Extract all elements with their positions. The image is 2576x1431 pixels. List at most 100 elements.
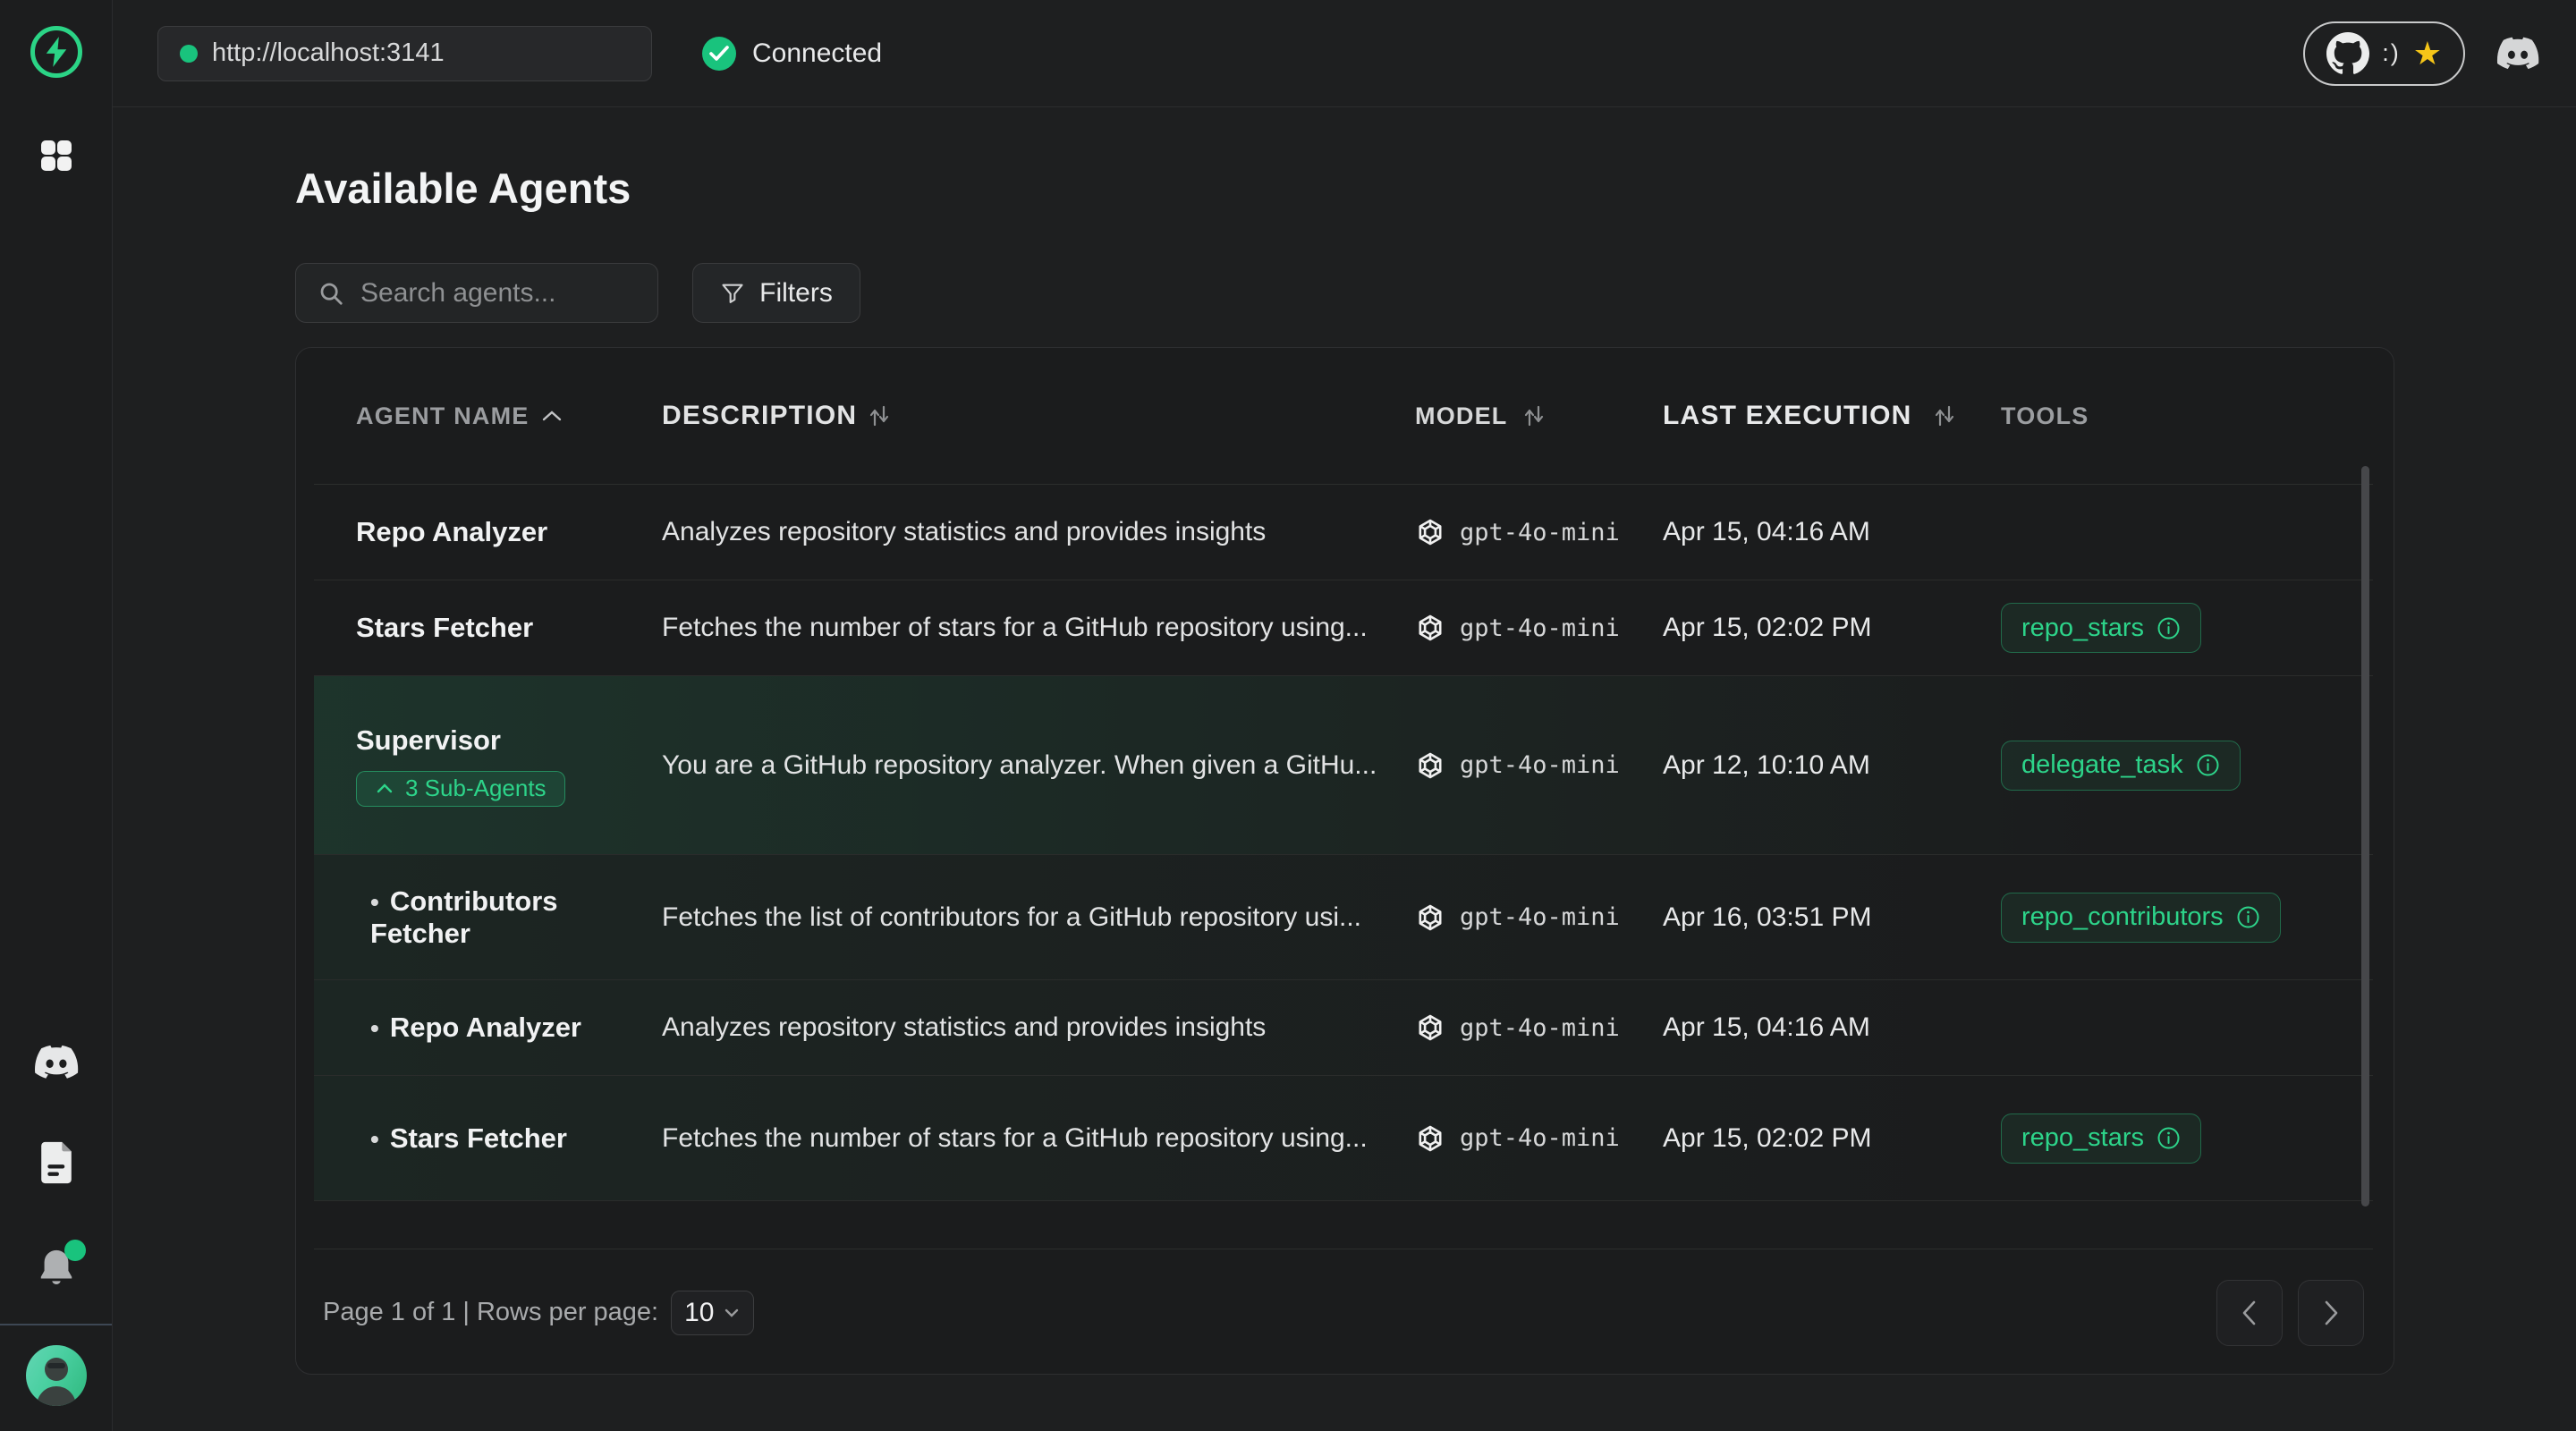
next-page-button[interactable]: [2298, 1280, 2364, 1346]
agent-model-cell: gpt-4o-mini: [1415, 1012, 1663, 1043]
agent-description: Fetches the number of stars for a GitHub…: [662, 613, 1415, 643]
agent-tools-cell: delegate_task: [2001, 741, 2373, 791]
agent-description: Analyzes repository statistics and provi…: [662, 517, 1415, 547]
sidebar-item-docs[interactable]: [0, 1139, 113, 1186]
openai-icon: [1415, 613, 1445, 643]
openai-icon: [1415, 1012, 1445, 1043]
agent-last-execution: Apr 15, 04:16 AM: [1663, 517, 2001, 547]
agent-description: Analyzes repository statistics and provi…: [662, 1012, 1415, 1043]
agent-name: Repo Analyzer: [390, 1012, 581, 1043]
table-header: AGENT NAME DESCRIPTION MODEL LAST EXECUT…: [314, 348, 2373, 485]
topbar: http://localhost:3141 Connected :) ★: [113, 0, 2576, 107]
agent-last-execution: Apr 12, 10:10 AM: [1663, 750, 2001, 781]
agent-row[interactable]: • Stars Fetcher Fetches the number of sta…: [314, 1076, 2373, 1201]
openai-icon: [1415, 902, 1445, 933]
agent-name: Stars Fetcher: [390, 1122, 567, 1154]
sidebar-item-discord[interactable]: [0, 1045, 113, 1080]
tool-badge[interactable]: repo_contributors: [2001, 893, 2281, 943]
agent-description: Fetches the number of stars for a GitHub…: [662, 1123, 1415, 1154]
agent-model: gpt-4o-mini: [1460, 751, 1620, 779]
server-url: http://localhost:3141: [212, 38, 445, 68]
table-body: Repo Analyzer Analyzes repository statis…: [314, 485, 2373, 1201]
chevron-down-icon: [723, 1307, 741, 1319]
agent-row[interactable]: Supervisor 3 Sub-Agents You are a GitHub…: [314, 676, 2373, 855]
agent-model-cell: gpt-4o-mini: [1415, 613, 1663, 643]
agent-model: gpt-4o-mini: [1460, 1014, 1620, 1042]
discord-icon: [33, 1045, 80, 1080]
column-header-description[interactable]: DESCRIPTION: [662, 401, 1415, 431]
rows-per-page-value: 10: [684, 1298, 714, 1328]
agent-name-cell: •Repo Analyzer: [314, 1012, 662, 1044]
tool-badge[interactable]: delegate_task: [2001, 741, 2241, 791]
rows-per-page-select[interactable]: 10: [671, 1291, 754, 1335]
search-input[interactable]: [359, 277, 636, 309]
filters-button[interactable]: Filters: [692, 263, 860, 323]
agent-row[interactable]: Repo Analyzer Analyzes repository statis…: [314, 485, 2373, 580]
agent-tools-cell: repo_stars: [2001, 603, 2373, 653]
tool-name: repo_stars: [2021, 1123, 2144, 1153]
pagination-summary: Page 1 of 1 | Rows per page:: [323, 1298, 658, 1327]
server-url-input[interactable]: http://localhost:3141: [157, 26, 652, 81]
agent-name: Repo Analyzer: [356, 516, 547, 547]
agent-model: gpt-4o-mini: [1460, 614, 1620, 642]
openai-icon: [1415, 517, 1445, 547]
chevron-up-icon: [375, 783, 394, 795]
sidebar-divider: [0, 1324, 112, 1325]
github-icon: [2326, 32, 2369, 75]
agent-name-cell: •Contributors Fetcher: [314, 885, 662, 950]
column-header-agent-name[interactable]: AGENT NAME: [314, 402, 662, 430]
agent-name-cell: • Stars Fetcher: [314, 1122, 662, 1155]
agent-description: You are a GitHub repository analyzer. Wh…: [662, 750, 1415, 781]
discord-icon: [2496, 37, 2540, 71]
sort-both-icon: [1522, 403, 1546, 428]
agent-row[interactable]: •Contributors Fetcher Fetches the list o…: [314, 855, 2373, 980]
filters-label: Filters: [759, 278, 833, 309]
table-scrollbar-thumb[interactable]: [2361, 466, 2369, 1207]
app-logo[interactable]: [0, 26, 113, 78]
agent-row[interactable]: •Repo Analyzer Analyzes repository stati…: [314, 980, 2373, 1076]
agent-last-execution: Apr 16, 03:51 PM: [1663, 902, 2001, 933]
info-icon: [2236, 905, 2260, 929]
agent-description: Fetches the list of contributors for a G…: [662, 902, 1415, 933]
lightning-bolt-icon: [43, 37, 70, 67]
openai-icon: [1415, 1123, 1445, 1154]
sub-agent-bullet: •: [370, 888, 379, 916]
connection-status-label: Connected: [752, 38, 882, 69]
connection-status: Connected: [702, 37, 882, 71]
agent-last-execution: Apr 15, 04:16 AM: [1663, 1012, 2001, 1043]
chevron-left-icon: [2238, 1298, 2261, 1328]
discord-button[interactable]: [2496, 37, 2540, 71]
github-star-button[interactable]: :) ★: [2303, 21, 2465, 86]
agent-name: Supervisor: [356, 724, 501, 756]
agent-model: gpt-4o-mini: [1460, 1124, 1620, 1152]
funnel-icon: [720, 281, 745, 306]
main-content: Available Agents Filters AGENT NAME: [113, 108, 2576, 1431]
agent-model: gpt-4o-mini: [1460, 903, 1620, 931]
tool-name: repo_contributors: [2021, 902, 2224, 932]
agent-model: gpt-4o-mini: [1460, 519, 1620, 546]
column-header-last-execution[interactable]: LAST EXECUTION: [1663, 401, 2001, 431]
column-header-tools: TOOLS: [2001, 402, 2373, 430]
sub-agents-toggle[interactable]: 3 Sub-Agents: [356, 771, 565, 807]
user-avatar[interactable]: [0, 1345, 113, 1406]
agent-model-cell: gpt-4o-mini: [1415, 750, 1663, 781]
agent-name-cell: Stars Fetcher: [314, 612, 662, 644]
sub-agents-label: 3 Sub-Agents: [405, 775, 547, 802]
previous-page-button[interactable]: [2216, 1280, 2283, 1346]
sub-agent-bullet: •: [370, 1125, 379, 1153]
agent-model-cell: gpt-4o-mini: [1415, 1123, 1663, 1154]
info-icon: [2157, 616, 2181, 640]
column-header-model[interactable]: MODEL: [1415, 402, 1663, 430]
tool-badge[interactable]: repo_stars: [2001, 1113, 2201, 1164]
tool-badge[interactable]: repo_stars: [2001, 603, 2201, 653]
github-smile-label: :): [2382, 39, 2401, 67]
star-icon: ★: [2413, 38, 2442, 70]
sidebar-item-notifications[interactable]: [0, 1247, 113, 1290]
document-icon: [38, 1139, 75, 1186]
pagination-bar: Page 1 of 1 | Rows per page: 10: [314, 1249, 2373, 1375]
agent-name-cell: Supervisor 3 Sub-Agents: [314, 724, 662, 807]
agent-row[interactable]: Stars Fetcher Fetches the number of star…: [314, 580, 2373, 676]
sidebar-item-dashboard[interactable]: [0, 136, 113, 175]
sort-asc-icon: [540, 409, 564, 423]
tool-name: delegate_task: [2021, 750, 2183, 780]
